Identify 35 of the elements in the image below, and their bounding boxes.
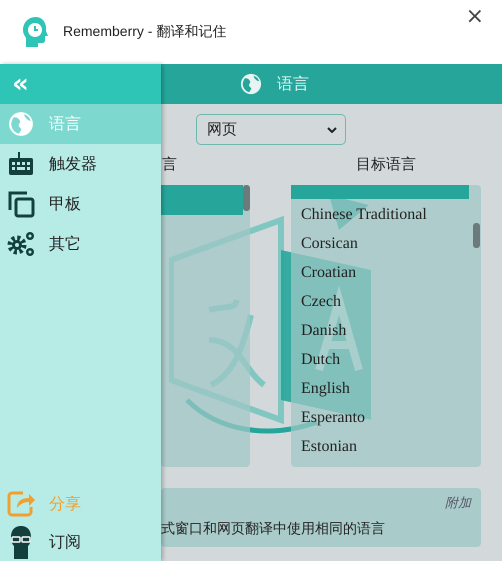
mode-select[interactable]: 网页 bbox=[196, 114, 346, 145]
extra-label: 附加 bbox=[445, 495, 471, 512]
share-icon bbox=[7, 490, 35, 518]
language-option[interactable]: Corsican bbox=[291, 229, 358, 258]
drawer-item[interactable]: 其它 bbox=[0, 224, 161, 264]
keyboard-icon bbox=[8, 152, 34, 176]
globe-icon bbox=[240, 73, 262, 95]
language-option[interactable]: Danish bbox=[291, 316, 346, 345]
language-option[interactable]: Czech bbox=[291, 287, 341, 316]
extra-description: 式窗口和网页翻译中使用相同的语言 bbox=[161, 520, 386, 538]
window-title: Rememberry - 翻译和记住 bbox=[63, 23, 226, 41]
language-option[interactable]: Croatian bbox=[291, 258, 356, 287]
language-option[interactable]: Dutch bbox=[291, 345, 340, 374]
header-title: 语言 bbox=[277, 74, 309, 94]
language-option[interactable]: Esperanto bbox=[291, 403, 365, 432]
target-language-list[interactable]: Chinese Traditional Corsican Croatian Czech Danish Dutch English Esperanto Estonian bbox=[291, 185, 481, 467]
selected-row[interactable] bbox=[161, 185, 243, 215]
target-language-label: 目标语言 bbox=[356, 155, 416, 175]
copy-icon bbox=[7, 190, 35, 218]
globe-icon bbox=[8, 111, 34, 137]
source-language-list[interactable] bbox=[161, 185, 250, 467]
selected-row[interactable] bbox=[291, 185, 469, 199]
language-option[interactable]: Estonian bbox=[291, 432, 357, 461]
language-option[interactable]: Chinese Traditional bbox=[291, 200, 427, 229]
language-option[interactable]: English bbox=[291, 374, 350, 403]
source-language-label: 言 bbox=[161, 155, 177, 175]
drawer-item[interactable]: 甲板 bbox=[0, 184, 161, 224]
chevron-icon bbox=[327, 126, 337, 132]
scrollbar-thumb[interactable] bbox=[243, 185, 250, 211]
gears-icon bbox=[6, 230, 36, 258]
drawer-item[interactable]: 触发器 bbox=[0, 144, 161, 184]
scrollbar-thumb[interactable] bbox=[473, 223, 480, 248]
drawer-item[interactable]: 订阅 bbox=[0, 523, 161, 561]
head-clock-icon bbox=[22, 16, 50, 48]
close-button[interactable]: × bbox=[462, 4, 488, 29]
